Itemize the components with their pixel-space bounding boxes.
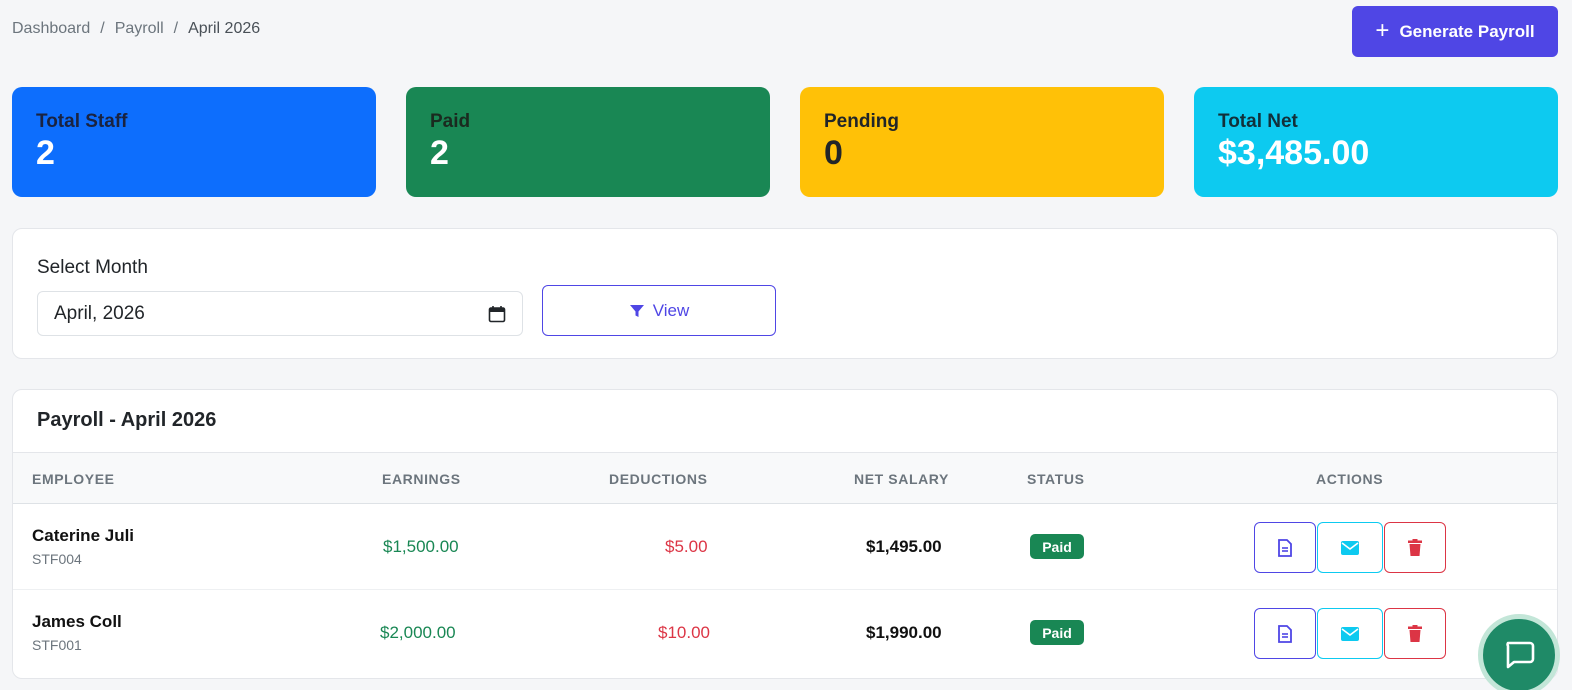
table-row: Caterine Juli STF004 $1,500.00 $5.00 $1,… [13, 504, 1557, 590]
earnings-value: $2,000.00 [380, 623, 456, 642]
employee-name: James Coll [32, 612, 122, 631]
calendar-icon[interactable] [488, 305, 506, 323]
stat-label: Total Net [1218, 111, 1298, 132]
status-badge: Paid [1030, 620, 1084, 645]
column-header-net-salary: NET SALARY [854, 471, 949, 487]
breadcrumb-separator: / [173, 20, 179, 37]
column-header-status: STATUS [1027, 471, 1085, 487]
stat-label: Total Staff [36, 111, 128, 132]
breadcrumb-dashboard[interactable]: Dashboard [12, 20, 90, 38]
stat-card-paid: Paid 2 [406, 87, 770, 197]
column-header-actions: ACTIONS [1316, 471, 1384, 487]
column-header-earnings: EARNINGS [382, 471, 461, 487]
filter-icon [629, 304, 644, 317]
employee-code: STF001 [32, 637, 82, 653]
employee-code: STF004 [32, 551, 82, 567]
table-header: EMPLOYEE EARNINGS DEDUCTIONS NET SALARY … [13, 452, 1557, 504]
deductions-value: $10.00 [658, 623, 710, 642]
breadcrumb: Dashboard / Payroll / April 2026 [12, 20, 260, 38]
generate-payroll-label: Generate Payroll [1399, 21, 1535, 41]
view-button-label: View [652, 300, 690, 320]
stat-label: Paid [430, 111, 471, 132]
stat-value: 2 [430, 134, 449, 172]
email-button[interactable] [1317, 522, 1383, 573]
stat-card-total-net: Total Net $3,485.00 [1194, 87, 1558, 197]
status-badge: Paid [1030, 534, 1084, 559]
stat-value: 0 [824, 134, 843, 172]
net-salary-value: $1,495.00 [866, 537, 942, 556]
month-input[interactable]: April, 2026 [37, 291, 523, 336]
select-month-label: Select Month [37, 257, 148, 278]
filter-card: Select Month April, 2026 View [12, 228, 1558, 359]
stat-value: 2 [36, 134, 55, 172]
stat-label: Pending [824, 111, 899, 132]
month-input-value: April, 2026 [54, 302, 145, 324]
chat-bubble-icon [1506, 641, 1535, 669]
view-button[interactable]: View [542, 285, 776, 336]
deductions-value: $5.00 [665, 537, 708, 556]
email-button[interactable] [1317, 608, 1383, 659]
table-row: James Coll STF001 $2,000.00 $10.00 $1,99… [13, 590, 1557, 676]
plus-icon: + [1375, 16, 1390, 44]
delete-button[interactable] [1384, 522, 1446, 573]
employee-name: Caterine Juli [32, 526, 135, 545]
column-header-employee: EMPLOYEE [32, 471, 115, 487]
chat-button[interactable] [1478, 614, 1560, 690]
payroll-table-title: Payroll - April 2026 [37, 409, 217, 431]
envelope-icon [1341, 626, 1359, 641]
stat-card-pending: Pending 0 [800, 87, 1164, 197]
payroll-table-card: Payroll - April 2026 EMPLOYEE EARNINGS D… [12, 389, 1558, 679]
stat-card-total-staff: Total Staff 2 [12, 87, 376, 197]
breadcrumb-current: April 2026 [188, 20, 261, 37]
envelope-icon [1341, 540, 1359, 555]
breadcrumb-payroll[interactable]: Payroll [115, 20, 164, 38]
payslip-button[interactable] [1254, 522, 1316, 573]
document-icon [1278, 538, 1292, 557]
trash-icon [1408, 625, 1422, 642]
net-salary-value: $1,990.00 [866, 623, 942, 642]
stat-value: $3,485.00 [1218, 134, 1370, 172]
generate-payroll-button[interactable]: + Generate Payroll [1352, 6, 1558, 57]
trash-icon [1408, 539, 1422, 556]
payslip-button[interactable] [1254, 608, 1316, 659]
earnings-value: $1,500.00 [383, 537, 459, 556]
document-icon [1278, 624, 1292, 643]
delete-button[interactable] [1384, 608, 1446, 659]
column-header-deductions: DEDUCTIONS [609, 471, 708, 487]
breadcrumb-separator: / [100, 20, 105, 37]
